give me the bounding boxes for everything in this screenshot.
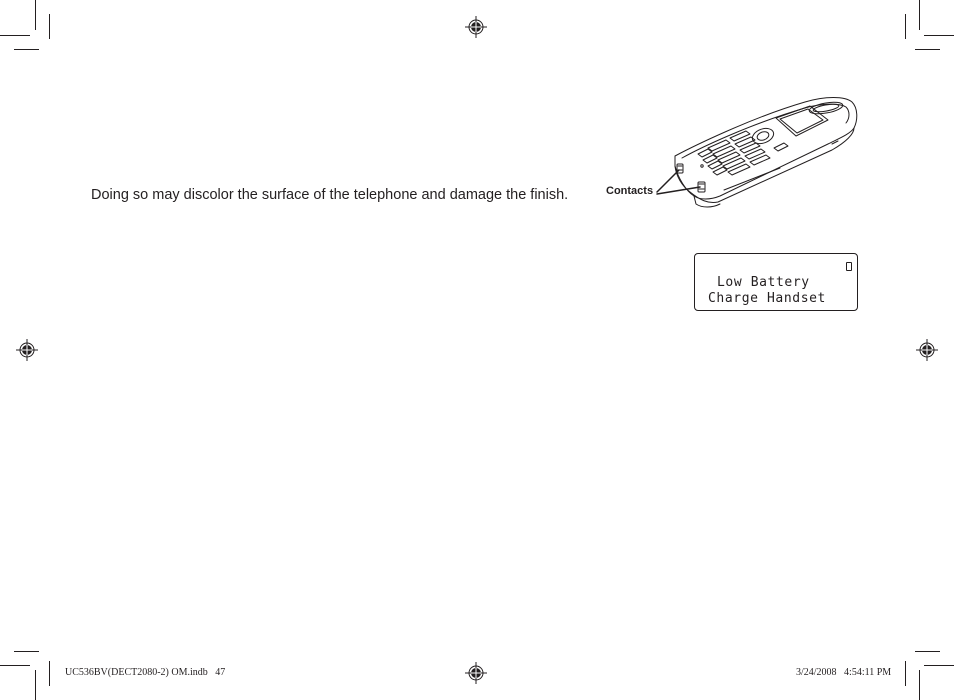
lcd-line-1: Low Battery bbox=[717, 275, 810, 290]
registration-mark-icon bbox=[465, 662, 487, 684]
registration-mark-icon bbox=[916, 339, 938, 361]
crop-mark bbox=[924, 665, 954, 666]
crop-mark bbox=[35, 670, 36, 700]
registration-mark-icon bbox=[16, 339, 38, 361]
crop-mark bbox=[49, 661, 50, 686]
crop-mark bbox=[915, 49, 940, 50]
lcd-line-2: Charge Handset bbox=[708, 291, 826, 306]
battery-empty-icon bbox=[846, 262, 852, 271]
crop-mark bbox=[0, 35, 30, 36]
crop-mark bbox=[924, 35, 954, 36]
crop-mark bbox=[919, 0, 920, 30]
footer-timestamp: 3/24/2008 4:54:11 PM bbox=[796, 667, 892, 678]
crop-mark bbox=[915, 651, 940, 652]
body-paragraph: Doing so may discolor the surface of the… bbox=[91, 187, 569, 203]
crop-mark bbox=[0, 665, 30, 666]
crop-mark bbox=[905, 661, 906, 686]
crop-mark bbox=[35, 0, 36, 30]
crop-mark bbox=[49, 14, 50, 39]
registration-mark-icon bbox=[465, 16, 487, 38]
crop-mark bbox=[905, 14, 906, 39]
footer-file-info: UC536BV(DECT2080-2) OM.indb 47 bbox=[65, 667, 226, 678]
lcd-display: Low Battery Charge Handset bbox=[694, 253, 858, 311]
crop-mark bbox=[14, 49, 39, 50]
crop-mark bbox=[14, 651, 39, 652]
crop-mark bbox=[919, 670, 920, 700]
contacts-label: Contacts bbox=[606, 185, 654, 197]
